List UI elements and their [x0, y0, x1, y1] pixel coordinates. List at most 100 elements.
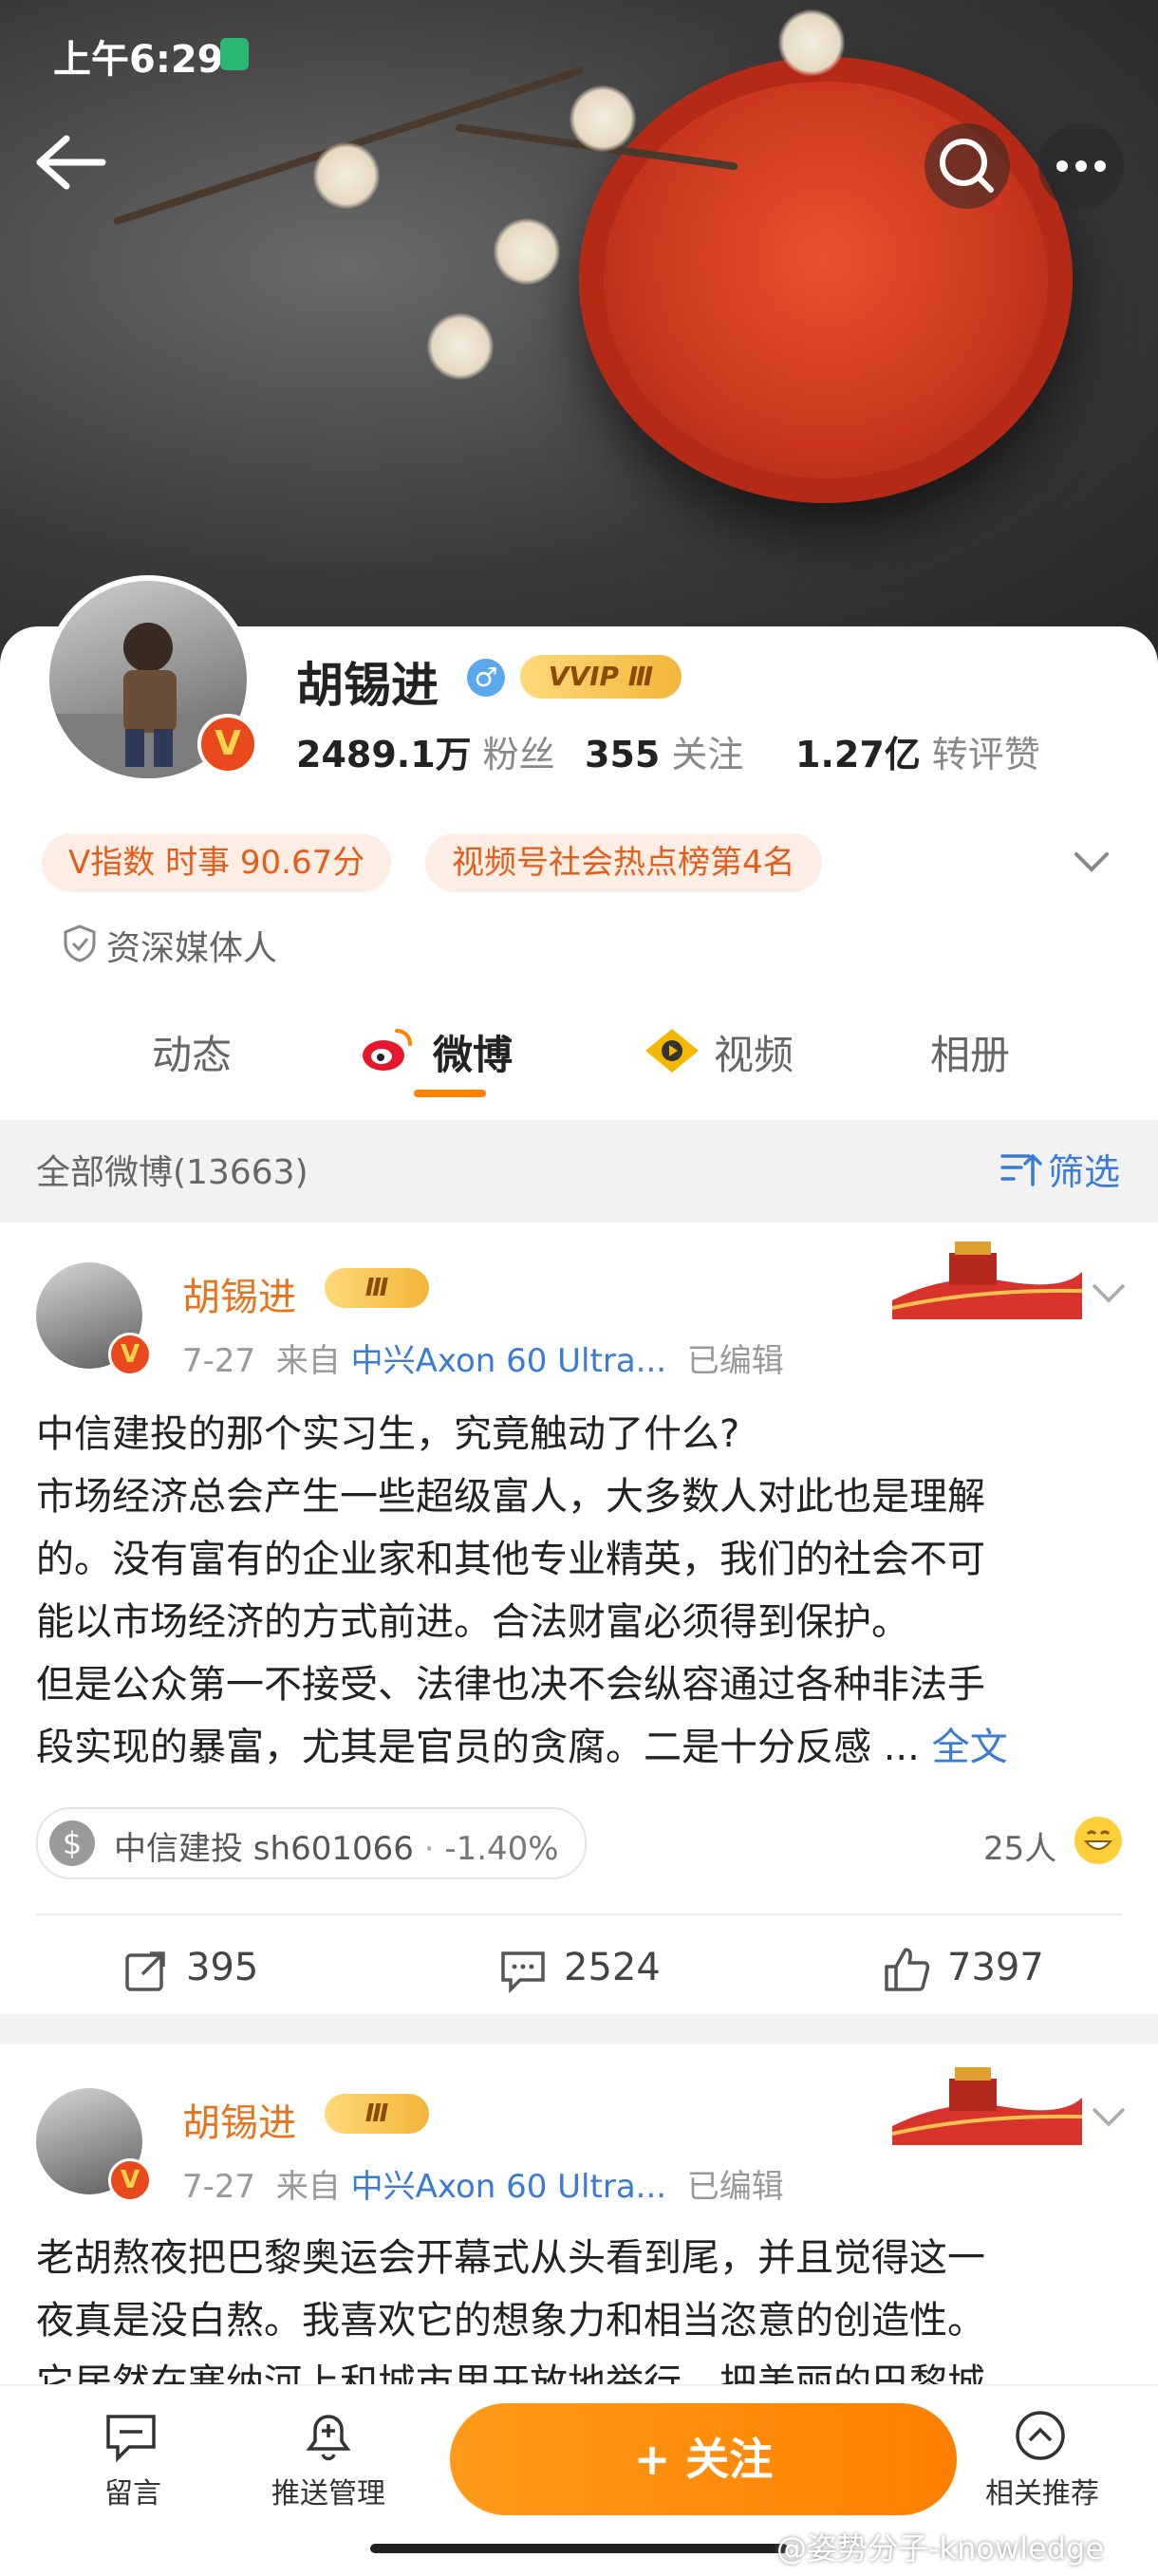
post-edited-label: 已编辑: [686, 2168, 784, 2206]
chevron-down-icon: [1092, 1283, 1126, 1303]
cover-blossom: [570, 85, 636, 152]
push-settings-button[interactable]: 推送管理: [262, 2470, 395, 2511]
post-source-device[interactable]: 中兴Axon 60 Ultra...: [351, 1342, 666, 1380]
message-button[interactable]: 留言: [93, 2470, 173, 2511]
profile-name: 胡锡进: [296, 658, 439, 713]
post-text-line: 段实现的暴富，尤其是官员的贪腐。二是十分反感 ... 全文: [36, 1726, 1008, 1769]
video-tab-icon: [644, 1027, 700, 1074]
like-count[interactable]: 7397: [947, 1946, 1044, 1989]
dollar-icon: $: [49, 1820, 95, 1866]
chevron-down-icon: [1092, 2107, 1126, 2127]
post-author-name[interactable]: 胡锡进: [182, 1266, 296, 1321]
great-wall-decoration-icon: [891, 2060, 1083, 2145]
following-stat[interactable]: 355 关注: [585, 725, 743, 777]
post-date: 7-27: [182, 1342, 256, 1380]
post-meta: 7-27 来自 中兴Axon 60 Ultra... 已编辑: [182, 1335, 784, 1381]
post-menu-button[interactable]: [1090, 1278, 1128, 1306]
likes-label: 转评赞: [931, 734, 1040, 775]
post-text-line: 中信建投的那个实习生，究竟触动了什么?: [36, 1412, 740, 1456]
followers-stat[interactable]: 2489.1万 粉丝: [296, 725, 555, 777]
chevron-down-icon: [1074, 852, 1109, 872]
post-menu-button[interactable]: [1090, 2101, 1128, 2130]
comment-icon: [499, 1948, 547, 1994]
following-count: 355: [585, 734, 661, 775]
followers-label: 粉丝: [482, 734, 555, 775]
stock-chip[interactable]: $ 中信建投 sh601066 · -1.40%: [36, 1807, 587, 1879]
great-wall-decoration-icon: [891, 1234, 1083, 1319]
post-source-device[interactable]: 中兴Axon 60 Ultra...: [351, 2168, 666, 2206]
bell-plus-icon: [300, 2409, 357, 2464]
post-text-line: 老胡熬夜把巴黎奥运会开幕式从头看到尾，并且觉得这一: [36, 2236, 985, 2280]
message-icon: [103, 2411, 159, 2464]
read-full-link[interactable]: 全文: [932, 1726, 1008, 1769]
weibo-logo-icon: [361, 1025, 412, 1076]
male-gender-icon: ♂: [467, 659, 505, 697]
post-author-name[interactable]: 胡锡进: [182, 2092, 296, 2147]
post-text-line: 的。没有富有的企业家和其他专业精英，我们的社会不可: [36, 1538, 985, 1581]
post-meta: 7-27 来自 中兴Axon 60 Ultra... 已编辑: [182, 2160, 784, 2207]
post-text-line: 能以市场经济的方式前进。合法财富必须得到保护。: [36, 1600, 909, 1644]
post-from-label: 来自: [275, 1342, 341, 1380]
status-bar-time: 上午6:29: [53, 38, 224, 82]
vip-badge[interactable]: VVIP Ⅲ: [520, 655, 682, 699]
search-icon: [940, 139, 994, 193]
cover-blossom: [313, 142, 380, 209]
likes-count: 1.27亿: [795, 734, 921, 775]
likes-stat[interactable]: 1.27亿 转评赞: [795, 725, 1040, 777]
arrow-left-icon: [36, 135, 106, 190]
shield-icon: [220, 38, 249, 70]
home-indicator[interactable]: [370, 2544, 788, 2553]
post-edited-label: 已编辑: [686, 1342, 784, 1380]
tab-video[interactable]: 视频: [714, 1023, 794, 1081]
all-posts-count[interactable]: 全部微博(13663): [36, 1145, 308, 1194]
more-options-button[interactable]: [1038, 123, 1124, 209]
post-crown-badge: Ⅲ: [325, 2094, 429, 2134]
cover-blossom: [778, 9, 845, 76]
post-text-line: 市场经济总会产生一些超级富人，大多数人对此也是理解: [36, 1475, 985, 1519]
post-date: 7-27: [182, 2168, 256, 2206]
post-text-line: 夜真是没白熬。我喜欢它的想象力和相当恣意的创造性。: [36, 2299, 985, 2343]
v-index-tag[interactable]: V指数 时事 90.67分: [42, 833, 392, 892]
post-verified-badge: V: [108, 2158, 152, 2202]
post-body: 中信建投的那个实习生，究竟触动了什么? 市场经济总会产生一些超级富人，大多数人对…: [36, 1403, 1128, 1779]
divider: [36, 1913, 1122, 1915]
grin-emoji-icon[interactable]: [1074, 1817, 1122, 1864]
watermark-text: @姿势分子-knowledge: [776, 2530, 1105, 2567]
like-icon: [883, 1946, 930, 1993]
reaction-count: 25人: [983, 1830, 1057, 1868]
post-text-line: 但是公众第一不接受、法律也决不会纵容通过各种非法手: [36, 1663, 985, 1707]
post-body: 老胡熬夜把巴黎奥运会开幕式从头看到尾，并且觉得这一 夜真是没白熬。我喜欢它的想象…: [36, 2227, 1128, 2384]
stock-info: 中信建投 sh601066 · -1.40%: [114, 1822, 559, 1869]
post-text-line: 它居然在塞纳河上和城市里开放地举行，把美丽的巴黎城: [36, 2361, 985, 2384]
search-button[interactable]: [925, 123, 1010, 209]
post-crown-badge: Ⅲ: [325, 1268, 429, 1308]
comment-count[interactable]: 2524: [564, 1946, 661, 1989]
chevron-up-circle-icon: [1012, 2407, 1069, 2464]
shield-check-icon: [63, 924, 97, 962]
ranking-tag[interactable]: 视频号社会热点榜第4名: [425, 833, 822, 892]
stock-name: 中信建投 sh601066: [114, 1830, 414, 1868]
cover-blossom: [427, 313, 494, 380]
filter-button[interactable]: 筛选: [1048, 1143, 1120, 1195]
verification-label: 资深媒体人: [106, 929, 278, 968]
active-tab-indicator: [414, 1090, 486, 1097]
back-button[interactable]: [32, 129, 108, 196]
repost-count[interactable]: 395: [186, 1946, 258, 1989]
profile-cover-image: [0, 0, 1158, 664]
cover-blossom: [494, 218, 560, 285]
follow-button[interactable]: + 关注: [450, 2403, 957, 2515]
verified-badge: V: [197, 714, 258, 775]
stock-change: -1.40%: [444, 1830, 559, 1868]
tab-activity[interactable]: 动态: [152, 1023, 232, 1081]
following-label: 关注: [671, 734, 744, 775]
followers-count: 2489.1万: [296, 734, 472, 775]
post-from-label: 来自: [275, 2168, 341, 2206]
related-recommendations-button[interactable]: 相关推荐: [978, 2470, 1107, 2511]
tab-album[interactable]: 相册: [930, 1023, 1010, 1081]
repost-icon: [123, 1948, 169, 1993]
tab-weibo[interactable]: 微博: [433, 1023, 513, 1081]
post-verified-badge: V: [108, 1333, 152, 1376]
filter-icon: [1000, 1150, 1042, 1188]
expand-profile-button[interactable]: [1073, 843, 1111, 881]
ellipsis-icon: [1056, 160, 1106, 172]
